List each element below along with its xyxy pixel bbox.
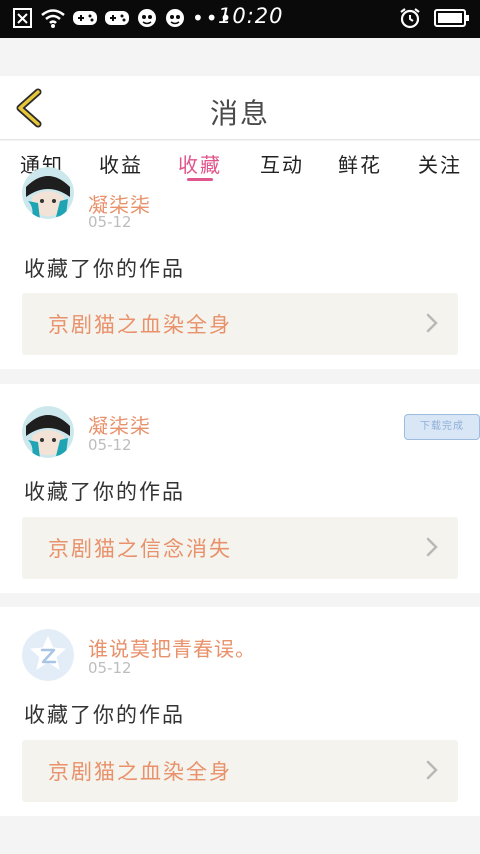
page-title: 消息: [209, 97, 270, 130]
user-avatar[interactable]: [22, 167, 74, 219]
message-card: 凝柒柒 05-12 收藏了你的作品 京剧猫之血染全身: [0, 167, 480, 369]
chevron-right-icon: [426, 537, 438, 557]
active-tab-indicator: [187, 178, 213, 181]
status-time: 10:20: [218, 4, 284, 28]
message-action: 收藏了你的作品: [24, 480, 185, 504]
status-bar: ••• 10:20: [0, 0, 480, 38]
username[interactable]: 谁说莫把青春误。: [88, 633, 256, 662]
tab-flowers[interactable]: 鲜花: [338, 149, 382, 178]
work-title: 京剧猫之血染全身: [48, 760, 232, 784]
message-date: 05-12: [88, 659, 132, 677]
status-right: [398, 6, 470, 30]
app-notification-icon: [166, 9, 184, 27]
battery-icon: [434, 9, 469, 27]
close-box-icon: [13, 8, 32, 28]
message-card: 谁说莫把青春误。 05-12 收藏了你的作品 京剧猫之血染全身: [0, 607, 480, 816]
message-action: 收藏了你的作品: [24, 257, 185, 281]
alarm-icon: [400, 8, 420, 29]
title-bar: 消息: [0, 76, 480, 140]
gamepad-icon: [105, 11, 129, 25]
message-action: 收藏了你的作品: [24, 703, 185, 727]
gamepad-icon: [73, 11, 97, 25]
default-avatar-icon[interactable]: [22, 629, 74, 681]
download-complete-badge[interactable]: 下载完成: [404, 414, 480, 440]
top-spacer: [0, 38, 480, 76]
work-link[interactable]: 京剧猫之血染全身: [22, 740, 458, 802]
status-icons: •••: [12, 6, 233, 30]
work-title: 京剧猫之血染全身: [48, 313, 232, 337]
message-date: 05-12: [88, 213, 132, 231]
chevron-right-icon: [426, 760, 438, 780]
work-link[interactable]: 京剧猫之信念消失: [22, 517, 458, 579]
username[interactable]: 凝柒柒: [88, 410, 151, 439]
tab-interaction[interactable]: 互动: [260, 149, 304, 178]
user-avatar[interactable]: [22, 406, 74, 458]
tab-favorites[interactable]: 收藏: [178, 149, 222, 178]
app-notification-icon: [138, 9, 156, 27]
work-link[interactable]: 京剧猫之血染全身: [22, 293, 458, 355]
work-title: 京剧猫之信念消失: [48, 537, 232, 561]
message-tabs: 通知 收益 收藏 互动 鲜花 关注: [0, 141, 480, 189]
chevron-right-icon: [426, 313, 438, 333]
message-date: 05-12: [88, 436, 132, 454]
wifi-icon: [41, 9, 65, 28]
tab-follow[interactable]: 关注: [418, 149, 462, 178]
tab-earnings[interactable]: 收益: [99, 149, 143, 178]
